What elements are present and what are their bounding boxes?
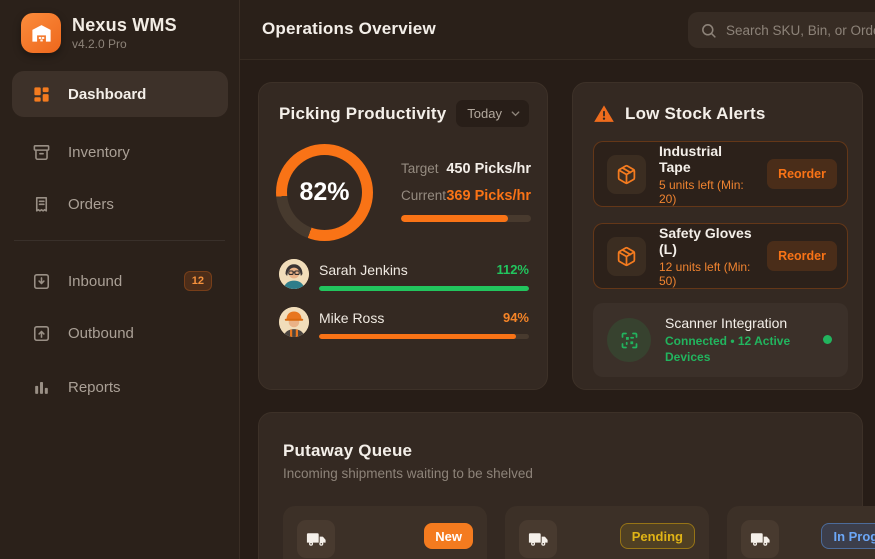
worker-progress-fill: [319, 334, 517, 339]
sidebar-item-label: Inventory: [68, 143, 130, 161]
scanner-title: Scanner Integration: [665, 314, 788, 331]
truck-icon: [519, 520, 557, 558]
inbound-count-badge: 12: [183, 271, 212, 291]
top-header: Operations Overview: [240, 0, 875, 60]
putaway-title: Putaway Queue: [283, 441, 413, 460]
inbound-arrow-icon: [32, 272, 51, 291]
alerts-card-title: Low Stock Alerts: [625, 104, 766, 123]
item-name: Industrial Tape: [659, 142, 723, 175]
picking-percent: 82%: [299, 178, 350, 206]
target-row: Target 450 Picks/hr: [401, 161, 531, 177]
outbound-arrow-icon: [32, 324, 51, 343]
shipment-card[interactable]: In Progress: [727, 506, 875, 559]
low-stock-alerts-card: Low Stock Alerts Industrial Tape 5 units…: [572, 82, 863, 390]
sidebar-item-inventory[interactable]: Inventory: [12, 129, 228, 175]
warning-triangle-icon: [593, 103, 615, 125]
search-input[interactable]: [726, 22, 875, 38]
status-badge: New: [424, 523, 473, 549]
sidebar-divider: [14, 240, 225, 241]
status-badge: In Progress: [821, 523, 875, 549]
truck-icon: [741, 520, 779, 558]
worker-progress-track: [319, 334, 529, 339]
avatar: [279, 307, 309, 337]
sidebar-item-inbound[interactable]: Inbound 12: [12, 258, 228, 304]
worker-progress-fill: [319, 286, 529, 291]
search-bar[interactable]: [688, 12, 875, 48]
receipt-icon: [32, 195, 51, 214]
target-label: Target: [401, 161, 439, 176]
online-status-dot: [823, 335, 832, 344]
current-value: 369 Picks/hr: [446, 188, 531, 204]
sidebar-item-label: Orders: [68, 195, 114, 213]
sidebar-item-outbound[interactable]: Outbound: [12, 310, 228, 356]
scanner-icon: [607, 318, 651, 362]
sidebar-item-reports[interactable]: Reports: [12, 364, 228, 410]
item-stock-detail: 12 units left (Min: 50): [659, 259, 751, 288]
sidebar-item-dashboard[interactable]: Dashboard: [12, 71, 228, 117]
sidebar-item-label: Reports: [68, 378, 121, 396]
picking-productivity-card: Picking Productivity Today 82% Target 45…: [258, 82, 548, 390]
worker-row: Mike Ross 94%: [279, 303, 529, 345]
worker-percent: 112%: [496, 262, 529, 277]
wms-dashboard: Nexus WMS v4.2.0 Pro Dashboard Inventory: [0, 0, 875, 559]
package-icon: [607, 154, 646, 194]
archive-box-icon: [32, 143, 51, 162]
chevron-down-icon: [510, 108, 521, 119]
status-badge: Pending: [619, 523, 695, 549]
sidebar-item-label: Outbound: [68, 324, 134, 342]
shipment-card[interactable]: New: [283, 506, 487, 559]
search-icon: [700, 22, 717, 39]
picking-donut-gauge: 82%: [276, 144, 373, 241]
app-logo: [21, 13, 61, 53]
sidebar-item-label: Dashboard: [68, 85, 147, 103]
avatar: [279, 259, 309, 289]
period-select[interactable]: Today: [456, 100, 529, 127]
current-label: Current: [401, 188, 447, 203]
package-icon: [607, 236, 646, 276]
putaway-subtitle: Incoming shipments waiting to be shelved: [283, 466, 533, 481]
item-stock-detail: 5 units left (Min: 20): [659, 177, 744, 206]
sidebar-item-label: Inbound: [68, 272, 123, 290]
shipment-card[interactable]: Pending: [505, 506, 709, 559]
sidebar-item-orders[interactable]: Orders: [12, 181, 228, 227]
warehouse-icon: [30, 22, 53, 45]
sidebar: Nexus WMS v4.2.0 Pro Dashboard Inventory: [0, 0, 240, 559]
truck-icon: [297, 520, 335, 558]
picking-progress-fill: [401, 215, 508, 222]
worker-percent: 94%: [502, 310, 529, 325]
app-version: v4.2.0 Pro: [72, 37, 127, 51]
scanner-integration-item: Scanner Integration Connected • 12 Activ…: [593, 303, 848, 377]
page-title: Operations Overview: [262, 19, 436, 38]
worker-name: Mike Ross: [319, 310, 385, 326]
low-stock-item: Industrial Tape 5 units left (Min: 20) R…: [593, 141, 848, 207]
worker-name: Sarah Jenkins: [319, 262, 408, 278]
bar-chart-icon: [32, 378, 51, 397]
worker-progress-track: [319, 286, 529, 291]
current-row: Current 369 Picks/hr: [401, 188, 531, 204]
picking-card-title: Picking Productivity: [279, 104, 447, 123]
reorder-button[interactable]: Reorder: [767, 241, 837, 271]
scanner-status: Connected • 12 Active Devices: [665, 333, 791, 364]
reorder-button[interactable]: Reorder: [767, 159, 837, 189]
dashboard-grid-icon: [32, 85, 51, 104]
target-value: 450 Picks/hr: [446, 161, 531, 177]
period-select-value: Today: [467, 106, 502, 121]
item-name: Safety Gloves (L): [659, 224, 752, 257]
worker-row: Sarah Jenkins 112%: [279, 255, 529, 297]
putaway-queue-card: Putaway Queue Incoming shipments waiting…: [258, 412, 875, 559]
picking-progress-track: [401, 215, 531, 222]
alerts-header: Low Stock Alerts: [593, 103, 766, 125]
app-name: Nexus WMS: [72, 15, 177, 35]
low-stock-item: Safety Gloves (L) 12 units left (Min: 50…: [593, 223, 848, 289]
